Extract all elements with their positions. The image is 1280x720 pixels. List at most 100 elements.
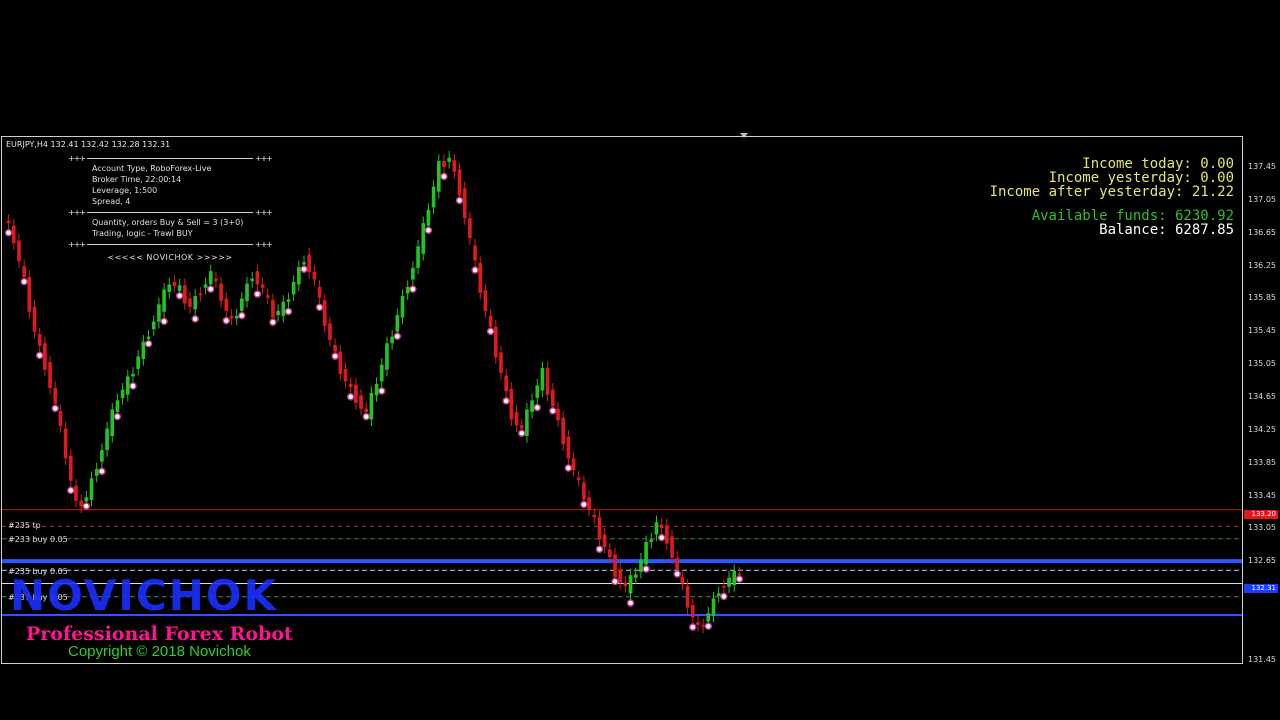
- order-label-233[interactable]: #233 buy 0.05: [8, 535, 68, 544]
- candle-body: [276, 310, 280, 316]
- candle-body: [151, 321, 156, 330]
- trade-marker-icon: [533, 403, 542, 412]
- trade-marker-icon: [129, 382, 137, 390]
- candle-body: [535, 385, 540, 398]
- candle-body: [68, 455, 73, 481]
- candle-body: [157, 304, 161, 322]
- price-tick: 133.45: [1248, 491, 1276, 500]
- price-tick: 136.25: [1248, 261, 1276, 270]
- trade-marker-icon: [362, 412, 370, 421]
- candle-body: [551, 389, 555, 407]
- candle-body: [188, 298, 192, 307]
- chart-window[interactable]: EURJPY,H4 132.41 132.42 132.28 132.31 ++…: [1, 136, 1243, 664]
- candle-body: [654, 522, 659, 535]
- leverage: Leverage, 1:500: [92, 186, 158, 195]
- candle-body: [110, 409, 115, 437]
- price-tick: 134.25: [1248, 425, 1276, 434]
- candle-body: [571, 458, 576, 470]
- candle-body: [395, 315, 400, 332]
- candle-body: [592, 514, 597, 518]
- trade-marker-icon: [269, 318, 277, 326]
- candle-body: [514, 412, 519, 426]
- trade-marker-icon: [393, 332, 402, 341]
- candle-body: [322, 300, 327, 326]
- candle-body: [639, 559, 643, 572]
- candle-body: [198, 293, 203, 296]
- candle-body: [623, 582, 628, 586]
- trade-marker-icon: [331, 352, 339, 360]
- candle-body: [297, 267, 301, 285]
- trade-marker-icon: [300, 265, 308, 273]
- candle-body: [576, 477, 581, 480]
- price-tick: 136.65: [1248, 228, 1276, 237]
- candle-body: [63, 428, 68, 459]
- trade-marker-icon: [642, 565, 650, 573]
- trade-marker-icon: [284, 307, 293, 316]
- orders-quantity: Quantity, orders Buy & Sell = 3 (3+0): [92, 218, 244, 227]
- trade-marker-icon: [98, 467, 106, 476]
- candle-body: [32, 306, 37, 332]
- candle-body: [628, 575, 633, 594]
- price-tick: 133.85: [1248, 458, 1276, 467]
- candle-body: [436, 161, 441, 192]
- candle-body: [582, 482, 586, 500]
- candle-body: [364, 408, 369, 413]
- income-panel: Income today: 0.00 Income yesterday: 0.0…: [990, 157, 1234, 237]
- candle-body: [716, 593, 721, 596]
- price-axis[interactable]: 137.45 137.05 136.65 136.25 135.85 135.4…: [1244, 136, 1280, 664]
- candle-body: [79, 500, 83, 507]
- trade-marker-icon: [689, 623, 697, 631]
- candle-body: [131, 373, 135, 377]
- candle-body: [442, 161, 446, 167]
- candle-body: [447, 157, 451, 162]
- candle-body: [722, 585, 726, 588]
- candle-body: [240, 298, 244, 311]
- candle-body: [566, 436, 571, 459]
- candle-body: [421, 223, 426, 254]
- trade-marker-icon: [424, 226, 433, 235]
- order-label-tp[interactable]: #235 tp: [8, 521, 41, 530]
- candle-body: [234, 315, 239, 319]
- price-tick: 135.05: [1248, 359, 1276, 368]
- trade-marker-icon: [657, 533, 666, 542]
- candle-body: [561, 417, 565, 445]
- candle-body: [452, 160, 457, 172]
- available-funds: Available funds: 6230.92: [1031, 208, 1234, 224]
- candle-body: [587, 497, 591, 510]
- candle-body: [670, 536, 674, 558]
- trade-marker-icon: [238, 311, 246, 320]
- trade-marker-icon: [409, 285, 417, 293]
- candle-body: [43, 343, 47, 370]
- candle-body: [525, 409, 529, 437]
- trade-marker-icon: [82, 502, 91, 510]
- candle-body: [488, 315, 493, 327]
- novichok-watermark: NOVICHOK: [10, 571, 279, 620]
- candle-body: [665, 525, 669, 544]
- candle-body: [224, 298, 229, 311]
- candle-body: [504, 375, 508, 392]
- candle-body: [260, 284, 265, 288]
- candle-body: [177, 285, 182, 292]
- balance: Balance: 6287.85: [1099, 222, 1234, 238]
- candle-body: [644, 542, 648, 565]
- candle-body: [659, 524, 664, 528]
- spread: Spread, 4: [92, 197, 131, 206]
- trade-marker-icon: [191, 315, 199, 323]
- candle-body: [457, 169, 462, 196]
- candle-body: [690, 605, 695, 618]
- trade-marker-icon: [253, 290, 262, 298]
- candle-body: [390, 336, 394, 344]
- trade-marker-icon: [35, 351, 44, 360]
- candle-body: [416, 246, 420, 268]
- candle-body: [162, 289, 166, 312]
- candle-body: [27, 276, 32, 312]
- chart-shift-marker-icon[interactable]: [740, 133, 748, 138]
- candle-body: [193, 296, 197, 310]
- candle-body: [120, 389, 125, 398]
- separator: +++ +++: [68, 153, 273, 163]
- copyright: Copyright © 2018 Novichok: [68, 643, 251, 660]
- income-after-yesterday: Income after yesterday: 21.22: [989, 184, 1234, 200]
- candle-body: [317, 286, 322, 298]
- candle-body: [732, 571, 737, 586]
- trade-marker-icon: [51, 404, 59, 413]
